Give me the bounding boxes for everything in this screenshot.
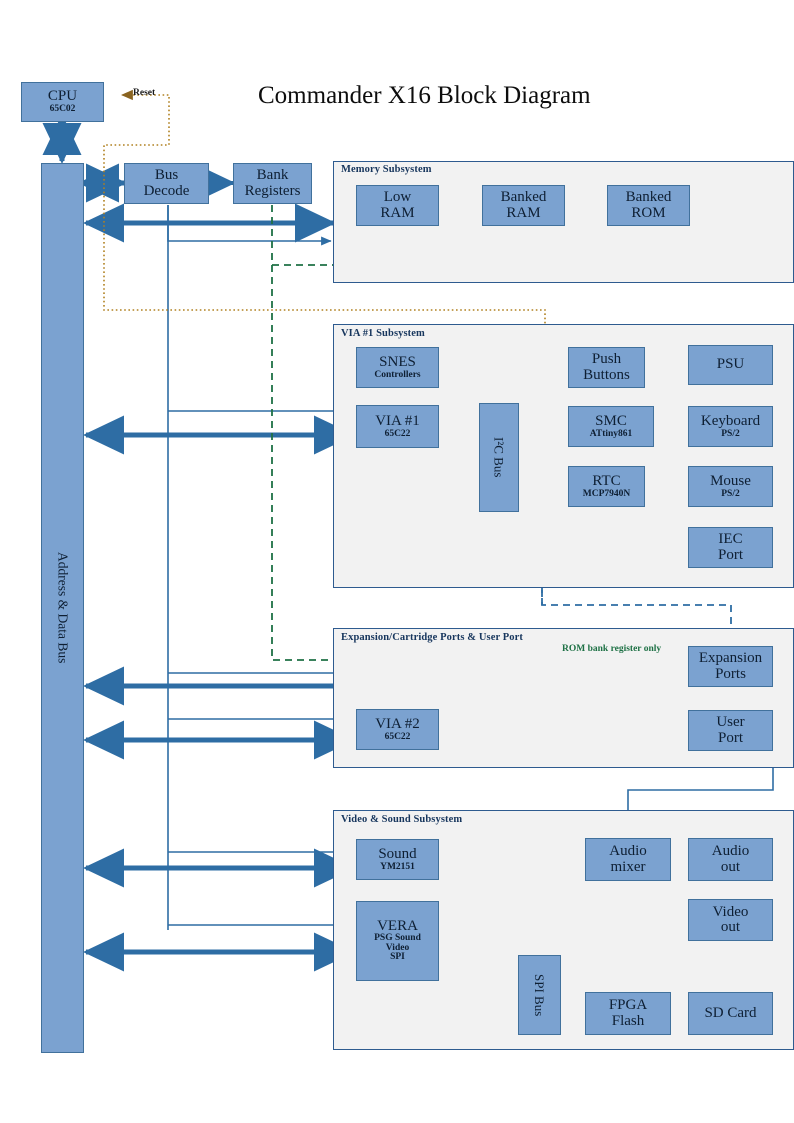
bank-registers-block[interactable]: Bank Registers (233, 163, 312, 204)
rom-bank-wire-label: ROM bank register only (562, 644, 662, 654)
psu-block[interactable]: PSU (688, 345, 773, 385)
video-out-block[interactable]: Video out (688, 899, 773, 941)
bank-registers-line1: Bank (256, 167, 289, 184)
via2-part: 65C22 (384, 731, 411, 742)
mouse-name: Mouse (710, 472, 751, 489)
audio-out-line1: Audio (711, 843, 750, 860)
push-buttons-block[interactable]: Push Buttons (568, 347, 645, 388)
keyboard-block[interactable]: Keyboard PS/2 (688, 406, 773, 447)
vera-block[interactable]: VERA PSG Sound Video SPI (356, 901, 439, 981)
sd-card-block[interactable]: SD Card (688, 992, 773, 1035)
via1-part: 65C22 (384, 428, 411, 439)
user-port-line2: Port (717, 729, 743, 746)
cpu-part: 65C02 (49, 104, 76, 115)
sound-name: Sound (378, 845, 417, 862)
banked-rom-line1: Banked (625, 189, 672, 206)
snes-part: Controllers (374, 369, 421, 380)
bus-decode-block[interactable]: Bus Decode (124, 163, 209, 204)
audio-mixer-block[interactable]: Audio mixer (585, 838, 671, 881)
video-out-line1: Video (712, 903, 749, 920)
bus-label: Address & Data Bus (55, 552, 71, 664)
banked-rom-block[interactable]: Banked ROM (607, 185, 690, 226)
mouse-block[interactable]: Mouse PS/2 (688, 466, 773, 507)
via1-subsystem-label: VIA #1 Subsystem (341, 328, 425, 339)
user-port-line1: User (716, 714, 745, 731)
spi-bus-block[interactable]: SPI Bus (518, 955, 561, 1035)
snes-controllers-block[interactable]: SNES Controllers (356, 347, 439, 388)
vera-feature-spi: SPI (390, 952, 405, 963)
memory-subsystem-label: Memory Subsystem (341, 164, 432, 175)
rtc-part: MCP7940N (582, 488, 631, 499)
audio-out-line2: out (720, 858, 741, 875)
audio-mixer-line1: Audio (609, 843, 647, 860)
banked-ram-line1: Banked (500, 189, 547, 206)
banked-rom-line2: ROM (631, 204, 666, 221)
cpu-block[interactable]: CPU 65C02 (21, 82, 104, 122)
push-buttons-line1: Push (591, 351, 622, 368)
bus-decode-line2: Decode (143, 182, 190, 199)
low-ram-block[interactable]: Low RAM (356, 185, 439, 226)
iec-port-line1: IEC (718, 531, 743, 548)
sd-card-label: SD Card (704, 1004, 757, 1021)
video-sound-subsystem-label: Video & Sound Subsystem (341, 814, 463, 825)
fpga-flash-line1: FPGA (608, 997, 648, 1014)
sound-part: YM2151 (380, 861, 415, 872)
snes-name: SNES (379, 353, 416, 370)
expansion-subsystem-label: Expansion/Cartridge Ports & User Port (341, 632, 523, 643)
low-ram-line2: RAM (380, 204, 415, 221)
video-out-line2: out (720, 919, 741, 935)
banked-ram-line2: RAM (506, 204, 541, 221)
push-buttons-line2: Buttons (583, 366, 630, 383)
via1-block[interactable]: VIA #1 65C22 (356, 405, 439, 448)
via1-name: VIA #1 (375, 412, 420, 429)
user-port-block[interactable]: User Port (688, 710, 773, 751)
via2-block[interactable]: VIA #2 65C22 (356, 709, 439, 750)
fpga-flash-line2: Flash (611, 1012, 645, 1029)
audio-out-block[interactable]: Audio out (688, 838, 773, 881)
audio-mixer-line2: mixer (610, 858, 646, 875)
smc-block[interactable]: SMC ATtiny861 (568, 406, 654, 447)
bus-decode-line1: Bus (154, 167, 179, 184)
address-data-bus[interactable]: Address & Data Bus (41, 163, 84, 1053)
reset-wire-label: Reset (133, 88, 156, 98)
rtc-name: RTC (592, 472, 621, 489)
smc-part: ATtiny861 (589, 428, 633, 439)
block-diagram-canvas: Commander X16 Block Diagram CPU 65C02 Ad… (0, 0, 794, 1123)
keyboard-name: Keyboard (700, 412, 761, 429)
low-ram-line1: Low (383, 189, 412, 206)
i2c-bus-block[interactable]: I²C Bus (479, 403, 519, 512)
iec-port-line2: Port (717, 546, 743, 563)
expansion-ports-line1: Expansion (698, 650, 763, 667)
keyboard-part: PS/2 (721, 428, 740, 439)
psu-label: PSU (716, 356, 745, 373)
banked-ram-block[interactable]: Banked RAM (482, 185, 565, 226)
cpu-name: CPU (47, 88, 78, 104)
expansion-ports-line2: Ports (715, 665, 746, 682)
page-title: Commander X16 Block Diagram (258, 82, 591, 109)
sound-block[interactable]: Sound YM2151 (356, 839, 439, 880)
smc-name: SMC (595, 412, 627, 429)
via2-name: VIA #2 (375, 715, 420, 732)
bank-registers-line2: Registers (244, 182, 301, 199)
vera-name: VERA (377, 917, 418, 934)
rtc-block[interactable]: RTC MCP7940N (568, 466, 645, 507)
expansion-ports-block[interactable]: Expansion Ports (688, 646, 773, 687)
mouse-part: PS/2 (721, 488, 740, 499)
fpga-flash-block[interactable]: FPGA Flash (585, 992, 671, 1035)
i2c-bus-label: I²C Bus (491, 437, 507, 478)
iec-port-block[interactable]: IEC Port (688, 527, 773, 568)
spi-bus-label: SPI Bus (532, 973, 548, 1017)
